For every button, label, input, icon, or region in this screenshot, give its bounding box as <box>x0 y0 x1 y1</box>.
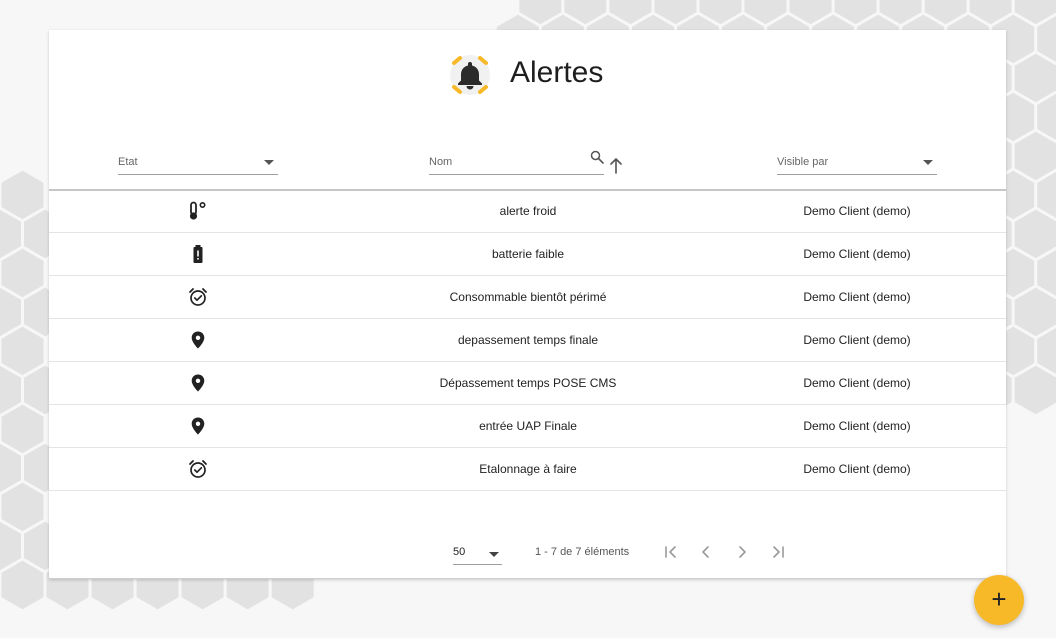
visible-by: Demo Client (demo) <box>803 247 911 261</box>
page-header: Alertes <box>49 30 1006 120</box>
hexagon-shape <box>1011 362 1056 418</box>
visible-by: Demo Client (demo) <box>803 290 911 304</box>
alert-name: batterie faible <box>491 247 565 261</box>
alerts-table: alerte froid Demo Client (demo) batterie… <box>49 190 1006 491</box>
battery-alert-icon <box>193 245 203 263</box>
alert-name: Consommable bientôt périmé <box>449 290 607 304</box>
table-row[interactable]: alerte froid Demo Client (demo) <box>49 190 1006 233</box>
visible-by: Demo Client (demo) <box>803 333 911 347</box>
add-alert-button[interactable]: + <box>974 575 1024 625</box>
sort-ascending-icon[interactable] <box>609 156 623 174</box>
etat-filter-select[interactable]: Etat <box>118 150 278 175</box>
plus-icon: + <box>991 584 1007 614</box>
table-row[interactable]: entrée UAP Finale Demo Client (demo) <box>49 405 1006 448</box>
location-pin-icon <box>191 331 205 349</box>
hexagon-shape <box>0 557 47 613</box>
alert-name: Dépassement temps POSE CMS <box>439 376 617 390</box>
pagination: 50 1 - 7 de 7 éléments <box>49 534 1006 565</box>
table-row[interactable]: Dépassement temps POSE CMS Demo Client (… <box>49 362 1006 405</box>
alarm-check-icon <box>189 288 207 306</box>
table-row[interactable]: batterie faible Demo Client (demo) <box>49 233 1006 276</box>
chevron-down-icon <box>489 552 499 557</box>
next-page-icon[interactable] <box>733 543 751 561</box>
location-pin-icon <box>191 374 205 392</box>
table-row[interactable]: Consommable bientôt périmé Demo Client (… <box>49 276 1006 319</box>
visible-by: Demo Client (demo) <box>803 462 911 476</box>
pagination-range: 1 - 7 de 7 éléments <box>535 546 630 558</box>
visible-by: Demo Client (demo) <box>803 204 911 218</box>
table-row[interactable]: depassement temps finale Demo Client (de… <box>49 319 1006 362</box>
alert-name: Etalonnage à faire <box>479 462 577 476</box>
visible-by: Demo Client (demo) <box>803 419 911 433</box>
alerts-card: Alertes Etat Nom Visible par alerte froi… <box>49 30 1006 579</box>
items-per-page-select[interactable]: 50 <box>453 546 502 565</box>
thermometer-icon <box>189 201 206 220</box>
etat-filter-label: Etat <box>118 156 138 168</box>
table-row[interactable]: Etalonnage à faire Demo Client (demo) <box>49 448 1006 491</box>
visible-par-filter-label: Visible par <box>777 156 829 168</box>
page-title: Alertes <box>510 56 604 89</box>
alert-name: depassement temps finale <box>457 333 599 347</box>
visible-par-filter-select[interactable]: Visible par <box>777 150 937 175</box>
last-page-icon[interactable] <box>769 543 787 561</box>
alert-name: alerte froid <box>499 204 557 218</box>
search-icon[interactable] <box>590 150 604 164</box>
visible-by: Demo Client (demo) <box>803 376 911 390</box>
location-pin-icon <box>191 417 205 435</box>
nom-filter-label: Nom <box>429 156 453 168</box>
nom-search-input[interactable]: Nom <box>429 150 604 175</box>
previous-page-icon[interactable] <box>697 543 715 561</box>
items-per-page-value: 50 <box>453 546 466 558</box>
alert-name: entrée UAP Finale <box>479 419 577 433</box>
first-page-icon[interactable] <box>662 543 680 561</box>
bell-icon <box>450 55 490 95</box>
alarm-check-icon <box>189 460 207 478</box>
chevron-down-icon <box>923 160 933 165</box>
chevron-down-icon <box>264 160 274 165</box>
